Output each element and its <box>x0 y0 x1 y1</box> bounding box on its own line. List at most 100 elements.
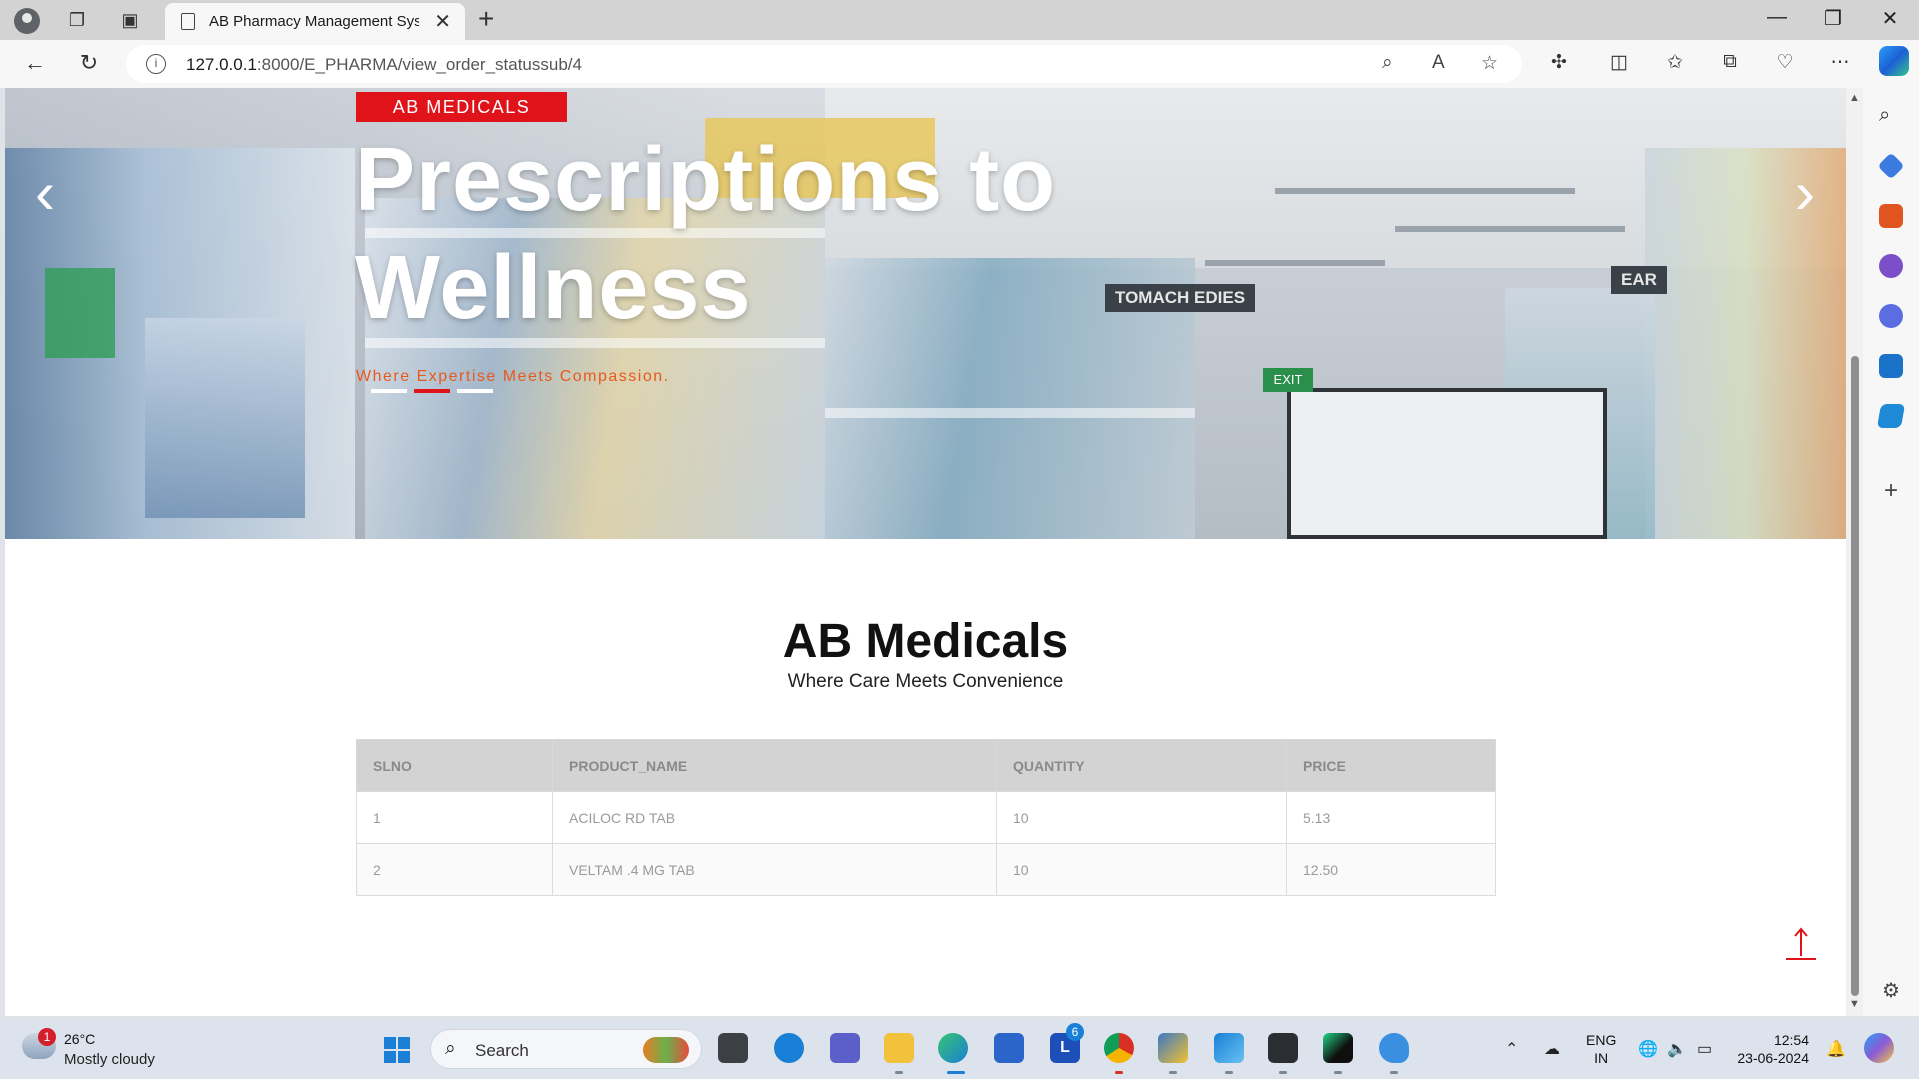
scrollbar-thumb[interactable] <box>1851 356 1859 996</box>
volume-icon[interactable]: 🔈 <box>1667 1039 1687 1059</box>
scroll-down-icon[interactable]: ▼ <box>1849 998 1860 1010</box>
battery-icon[interactable]: ▭ <box>1697 1039 1712 1059</box>
sidebar-games-icon[interactable] <box>1879 254 1903 278</box>
language-code: ENG <box>1586 1032 1617 1048</box>
hero-badge: AB MEDICALS <box>356 92 567 122</box>
profile-icon[interactable] <box>14 8 40 34</box>
carousel-next-icon[interactable]: › <box>1795 158 1815 227</box>
address-bar[interactable]: i 127.0.0.1:8000/E_PHARMA/view_order_sta… <box>126 45 1522 83</box>
sidebar-outlook-icon[interactable] <box>1879 354 1903 378</box>
url-text[interactable]: 127.0.0.1:8000/E_PHARMA/view_order_statu… <box>186 55 582 75</box>
pycharm-icon[interactable] <box>1323 1033 1353 1063</box>
workspaces-icon[interactable]: ❐ <box>66 9 88 31</box>
back-to-top-icon[interactable] <box>1785 926 1817 962</box>
exit-sign: EXIT <box>1263 368 1313 392</box>
table-header-row: SLNO PRODUCT_NAME QUANTITY PRICE <box>356 739 1496 792</box>
scroll-up-icon[interactable]: ▲ <box>1849 92 1860 104</box>
sidebar-tools-icon[interactable] <box>1879 204 1903 228</box>
teams-icon[interactable] <box>830 1033 860 1063</box>
carousel-dot[interactable] <box>457 389 493 393</box>
browser-tab-strip: ❐ ▣ AB Pharmacy Management Syste ✕ + — ❐… <box>0 0 1919 40</box>
extensions-icon[interactable]: ✣ <box>1545 51 1573 74</box>
close-window-button[interactable]: ✕ <box>1870 6 1910 31</box>
photos-icon[interactable] <box>1214 1033 1244 1063</box>
collections-icon[interactable]: ⧉ <box>1716 51 1744 73</box>
more-menu-icon[interactable]: ⋯ <box>1826 51 1854 74</box>
page-icon <box>181 13 195 30</box>
browser-toolbar: ← ↻ i 127.0.0.1:8000/E_PHARMA/view_order… <box>0 40 1919 88</box>
sidebar-search-icon[interactable]: ⌕ <box>1879 104 1903 128</box>
system-clock[interactable]: 12:54 23-06-2024 <box>1737 1031 1809 1067</box>
close-tab-icon[interactable]: ✕ <box>434 9 451 34</box>
app-running-indicator <box>895 1071 903 1074</box>
tab-title: AB Pharmacy Management Syste <box>209 13 419 30</box>
sidebar-copilot-icon[interactable] <box>1879 304 1903 328</box>
sidebar-add-icon[interactable]: + <box>1879 479 1903 504</box>
feedback-app-icon[interactable] <box>1379 1033 1409 1063</box>
carousel-dot-active[interactable] <box>414 389 450 393</box>
favorite-star-icon[interactable]: ☆ <box>1481 52 1498 75</box>
microsoft-store-icon[interactable] <box>994 1033 1024 1063</box>
copilot-taskbar-icon[interactable] <box>1864 1033 1894 1063</box>
cell-slno: 1 <box>356 791 553 844</box>
sidebar-settings-icon[interactable]: ⚙ <box>1879 978 1903 1002</box>
vertical-tabs-icon[interactable]: ▣ <box>119 9 141 31</box>
refresh-button[interactable]: ↻ <box>74 50 104 76</box>
cell-product-name: ACILOC RD TAB <box>552 791 997 844</box>
chrome-icon[interactable] <box>1104 1033 1134 1063</box>
browser-tab-active[interactable]: AB Pharmacy Management Syste ✕ <box>165 3 465 40</box>
cortana-icon[interactable] <box>774 1033 804 1063</box>
python-icon[interactable] <box>1158 1033 1188 1063</box>
terminal-icon[interactable] <box>1268 1033 1298 1063</box>
carousel-prev-icon[interactable]: ‹ <box>35 158 55 227</box>
hero-carousel: TOMACH EDIES EAR EXIT AB MEDICALS Prescr… <box>5 88 1846 539</box>
notification-bell-icon[interactable]: 🔔 <box>1826 1039 1846 1059</box>
hero-title: Prescriptions to Wellness <box>355 130 1057 338</box>
brand-tagline: Where Care Meets Convenience <box>787 671 1064 692</box>
sidebar-shopping-icon[interactable] <box>1877 152 1905 180</box>
cell-slno: 2 <box>356 843 553 896</box>
language-indicator[interactable]: ENG IN <box>1586 1031 1616 1067</box>
edge-icon[interactable] <box>938 1033 968 1063</box>
app-running-indicator <box>1334 1071 1342 1074</box>
task-view-icon[interactable] <box>718 1033 748 1063</box>
restore-button[interactable]: ❐ <box>1813 6 1853 31</box>
new-tab-button[interactable]: + <box>478 3 494 35</box>
favorites-icon[interactable]: ✩ <box>1661 51 1689 74</box>
column-header-product-name: PRODUCT_NAME <box>552 739 997 792</box>
hero-subtitle: Where Expertise Meets Compassion. <box>356 368 670 385</box>
taskbar-search-input[interactable]: ⌕ Search <box>430 1029 702 1069</box>
cell-price: 5.13 <box>1286 791 1496 844</box>
sidebar-send-icon[interactable] <box>1876 404 1906 428</box>
app-active-indicator <box>947 1071 965 1074</box>
minimize-button[interactable]: — <box>1757 6 1797 29</box>
app-running-indicator <box>1390 1071 1398 1074</box>
onedrive-icon[interactable]: ☁ <box>1544 1039 1560 1059</box>
aisle-sign-ear: EAR <box>1611 266 1667 294</box>
windows-start-icon[interactable] <box>384 1037 410 1063</box>
shelf-edge <box>825 408 1195 418</box>
url-path: :8000/E_PHARMA/view_order_statussub/4 <box>256 55 582 74</box>
zoom-icon[interactable]: ⌕ <box>1382 52 1393 74</box>
page-scrollbar[interactable]: ▲ ▼ <box>1846 88 1863 1016</box>
network-icon[interactable]: 🌐 <box>1638 1039 1658 1059</box>
column-header-quantity: QUANTITY <box>996 739 1287 792</box>
clock-time: 12:54 <box>1773 1032 1809 1048</box>
page-viewport: TOMACH EDIES EAR EXIT AB MEDICALS Prescr… <box>5 88 1846 1016</box>
read-aloud-icon[interactable]: A <box>1432 52 1445 74</box>
column-header-price: PRICE <box>1286 739 1496 792</box>
tray-overflow-icon[interactable]: ⌃ <box>1505 1039 1518 1059</box>
app-badge: 6 <box>1066 1023 1084 1041</box>
region-code: IN <box>1594 1050 1609 1066</box>
carousel-dot[interactable] <box>371 389 407 393</box>
copilot-icon[interactable] <box>1879 46 1909 76</box>
weather-badge: 1 <box>38 1028 56 1046</box>
back-button[interactable]: ← <box>20 50 50 76</box>
site-info-icon[interactable]: i <box>146 54 166 74</box>
weather-temperature[interactable]: 26°C <box>64 1031 95 1047</box>
weather-condition[interactable]: Mostly cloudy <box>64 1051 155 1068</box>
file-explorer-icon[interactable] <box>884 1033 914 1063</box>
browser-essentials-icon[interactable]: ♡ <box>1771 51 1799 74</box>
split-screen-icon[interactable]: ◫ <box>1605 51 1633 74</box>
app-running-indicator <box>1225 1071 1233 1074</box>
